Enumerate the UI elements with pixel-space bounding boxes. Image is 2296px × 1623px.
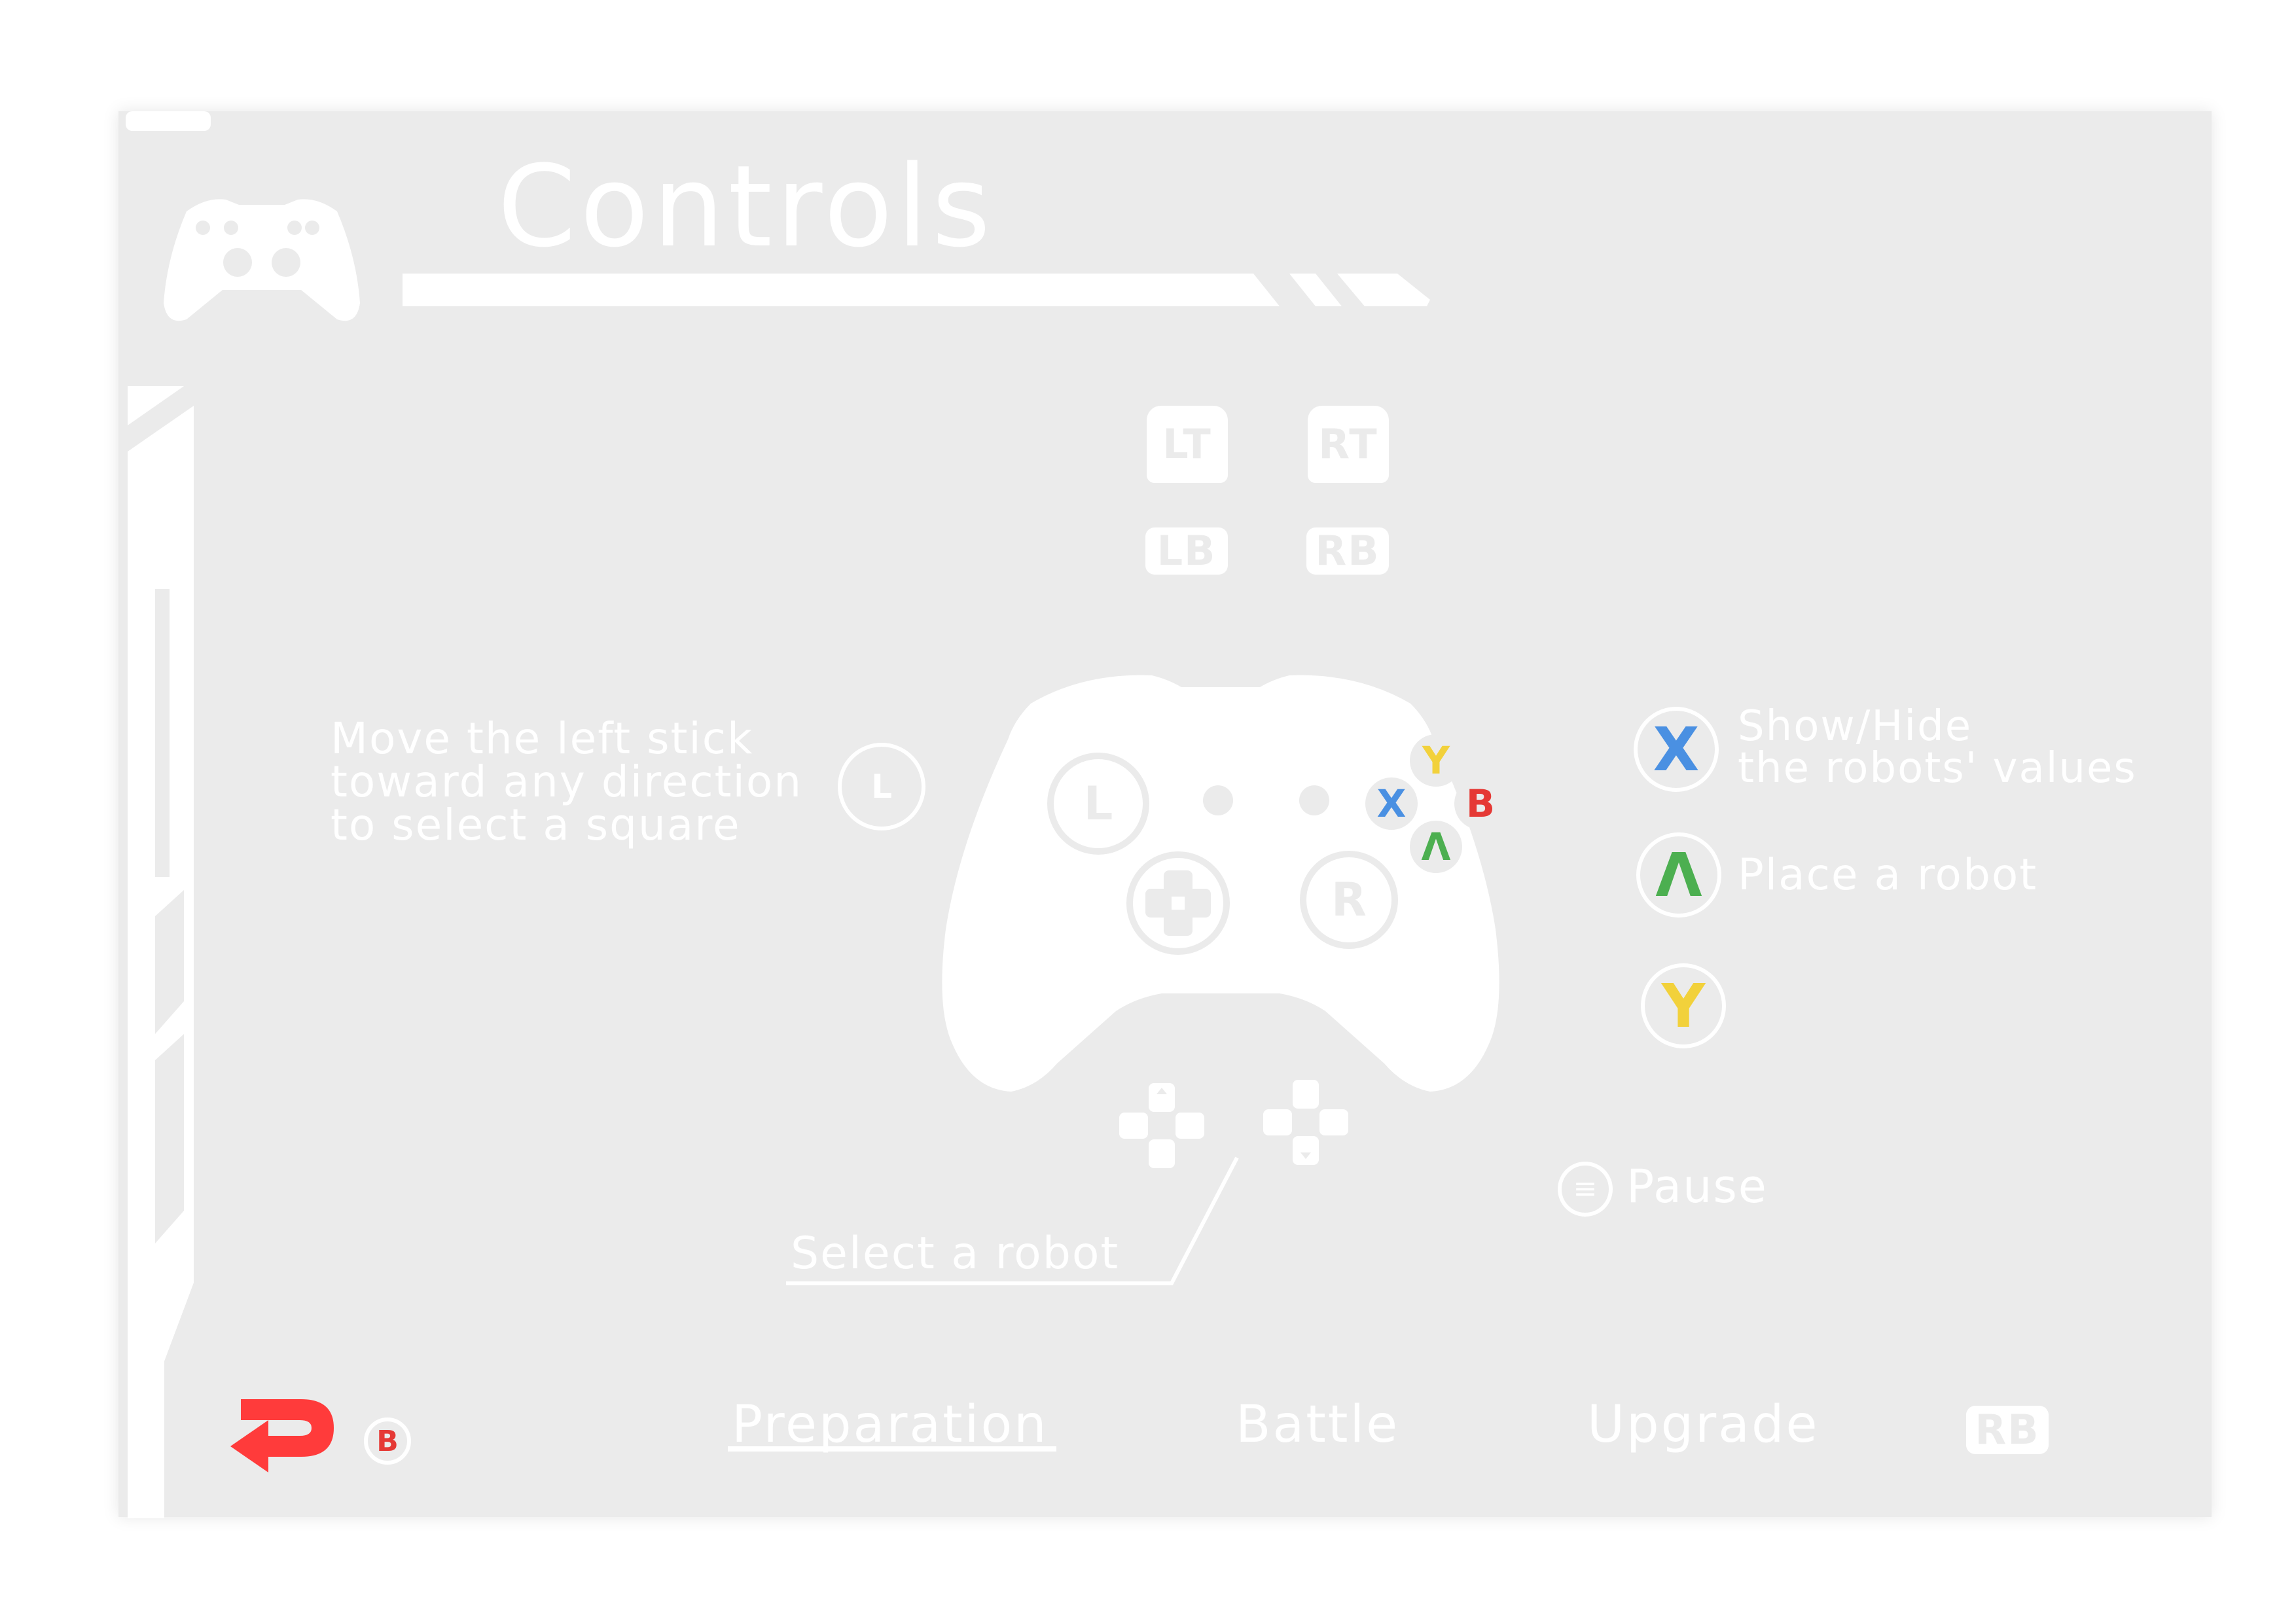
lb-button-icon: LB bbox=[1145, 527, 1228, 575]
x-action-icon: X bbox=[1634, 707, 1719, 792]
dpad-down-icon bbox=[1263, 1080, 1348, 1165]
menu-button bbox=[1299, 785, 1329, 815]
page-title: Controls bbox=[497, 141, 995, 272]
tab-battle[interactable]: Battle bbox=[1236, 1399, 1399, 1450]
dpad-action-label: Select a robot bbox=[791, 1228, 1120, 1279]
left-stick-hint: Move the left stick toward any direction… bbox=[331, 713, 803, 850]
face-button-b-icon: B bbox=[1454, 777, 1507, 830]
next-tab-rb-icon: RB bbox=[1966, 1406, 2049, 1454]
controller-dpad bbox=[1126, 851, 1230, 955]
a-action-icon: Λ bbox=[1636, 832, 1721, 918]
left-stick-icon: L bbox=[838, 743, 925, 830]
menu-icon: ≡ bbox=[1558, 1162, 1613, 1217]
left-stick: L bbox=[1047, 753, 1149, 855]
rb-button-icon: RB bbox=[1306, 527, 1389, 575]
pause-label: Pause bbox=[1626, 1160, 1768, 1213]
left-side-bar bbox=[128, 386, 194, 1518]
face-button-y-icon: Y bbox=[1410, 734, 1462, 787]
y-action-icon: Y bbox=[1641, 963, 1726, 1048]
title-underline bbox=[403, 274, 1430, 306]
view-button bbox=[1203, 785, 1233, 815]
tab-upgrade[interactable]: Upgrade bbox=[1587, 1399, 1819, 1450]
gamepad-icon bbox=[164, 199, 360, 321]
active-tab-underline bbox=[728, 1446, 1056, 1452]
panel-corner-tab bbox=[126, 111, 211, 131]
x-action-label: Show/Hide the robots' values bbox=[1738, 702, 2137, 793]
face-button-x-icon: X bbox=[1365, 777, 1418, 830]
back-arrow-icon[interactable] bbox=[223, 1387, 347, 1486]
face-button-a-icon: Λ bbox=[1410, 821, 1462, 873]
tab-preparation[interactable]: Preparation bbox=[732, 1399, 1049, 1450]
right-stick: R bbox=[1300, 851, 1398, 949]
back-b-button-icon: B bbox=[364, 1418, 411, 1465]
controller-illustration bbox=[942, 675, 1499, 1092]
a-action-label: Place a robot bbox=[1738, 849, 2038, 900]
lt-button-icon: LT bbox=[1147, 406, 1228, 483]
rt-button-icon: RT bbox=[1308, 406, 1389, 483]
